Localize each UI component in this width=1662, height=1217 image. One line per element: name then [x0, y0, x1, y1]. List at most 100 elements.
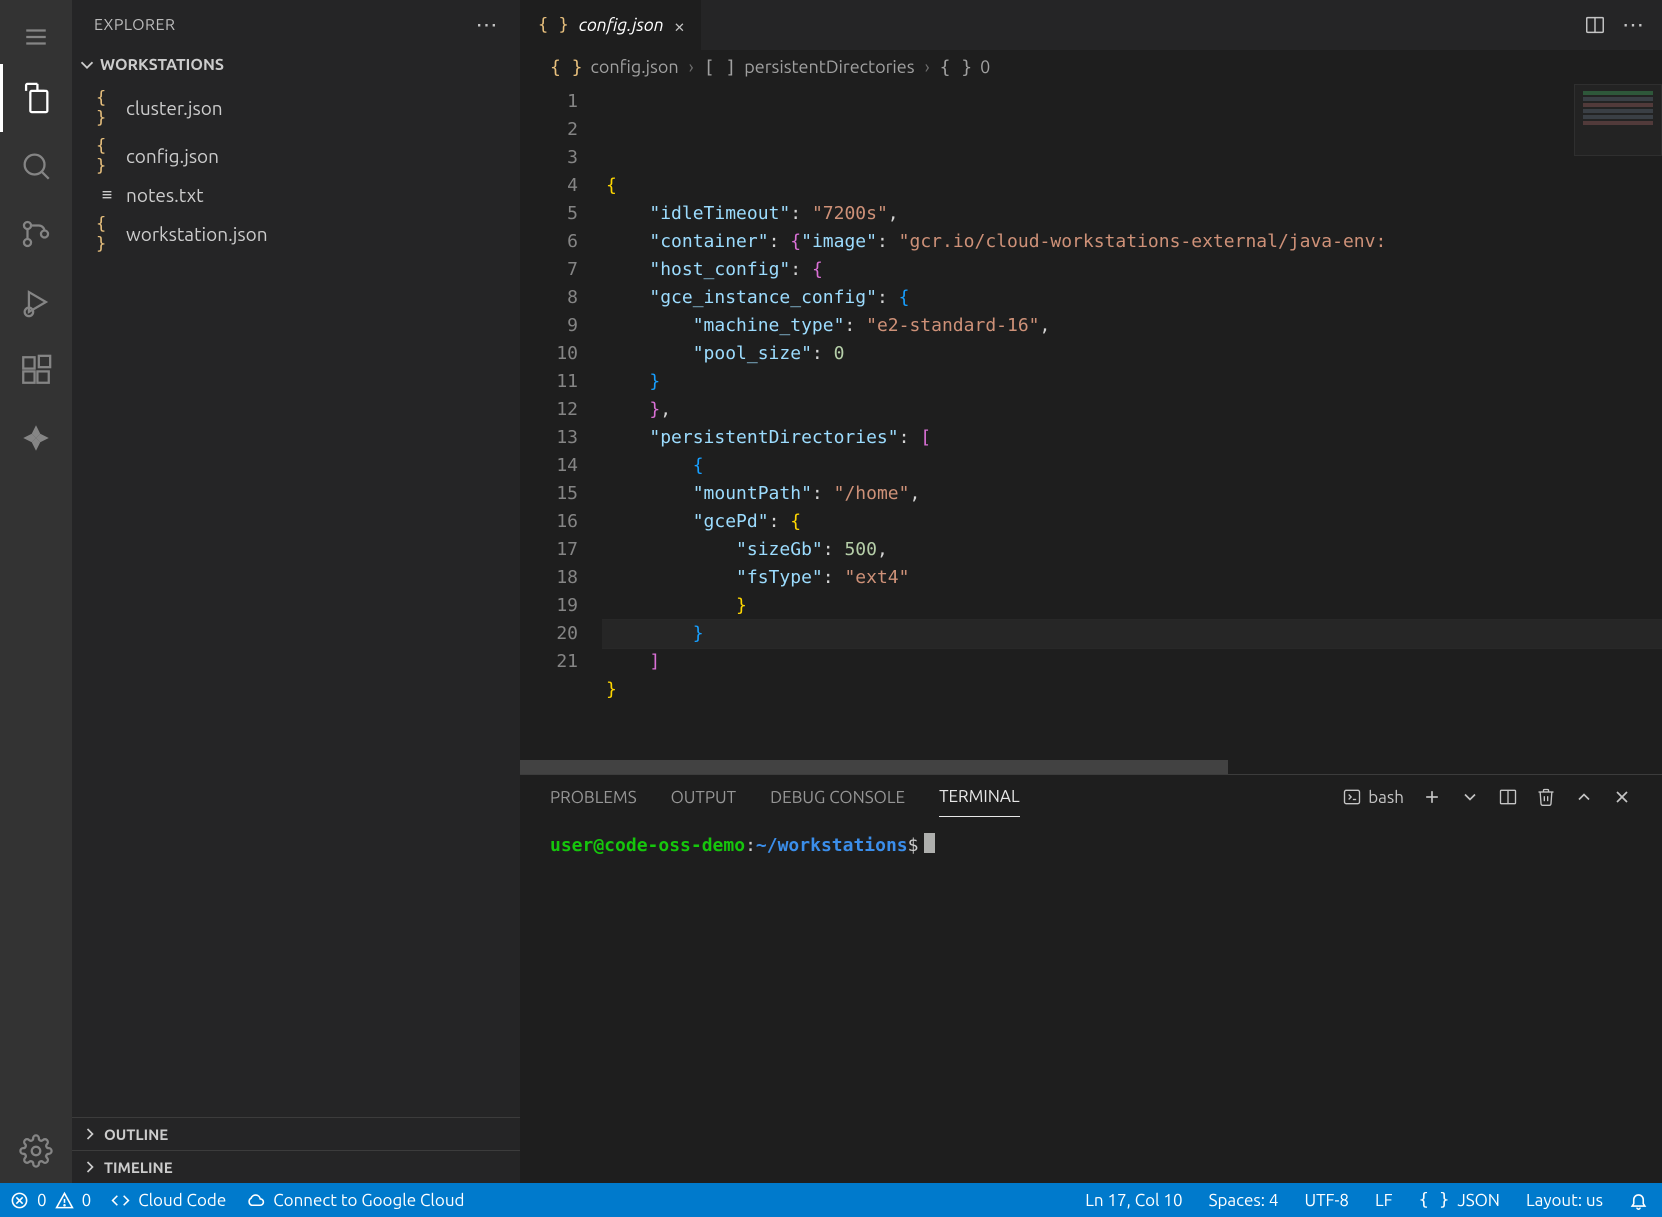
- editor-tab-config[interactable]: { } config.json ×: [520, 0, 702, 50]
- menu-button[interactable]: [0, 10, 72, 64]
- explorer-label: EXPLORER: [94, 16, 175, 34]
- horizontal-scrollbar[interactable]: [520, 760, 1662, 774]
- activity-settings[interactable]: [0, 1119, 72, 1183]
- code-icon: [111, 1191, 130, 1210]
- line-gutter: 123456789101112131415161718192021: [520, 84, 602, 760]
- breadcrumb-icon: { }: [940, 57, 973, 78]
- code-line[interactable]: {: [602, 452, 1662, 480]
- status-notifications[interactable]: [1629, 1191, 1648, 1210]
- activity-cloud-code[interactable]: [0, 404, 72, 472]
- kill-terminal-icon[interactable]: [1536, 787, 1556, 807]
- code-line[interactable]: "machine_type": "e2-standard-16",: [602, 312, 1662, 340]
- editor-more-icon[interactable]: ⋯: [1622, 12, 1644, 38]
- timeline-section[interactable]: TIMELINE: [72, 1150, 520, 1183]
- file-item[interactable]: { } cluster.json: [72, 84, 520, 132]
- code-content[interactable]: { "idleTimeout": "7200s", "container": {…: [602, 84, 1662, 760]
- file-item[interactable]: { }workstation.json: [72, 210, 520, 258]
- code-line[interactable]: }: [602, 368, 1662, 396]
- language-label: JSON: [1457, 1191, 1500, 1210]
- activity-search[interactable]: [0, 132, 72, 200]
- status-layout[interactable]: Layout: us: [1526, 1191, 1603, 1210]
- code-line[interactable]: "sizeGb": 500,: [602, 536, 1662, 564]
- shell-name: bash: [1368, 788, 1404, 807]
- code-line[interactable]: "persistentDirectories": [: [602, 424, 1662, 452]
- status-cursor-position[interactable]: Ln 17, Col 10: [1085, 1191, 1182, 1210]
- status-cloud-code[interactable]: Cloud Code: [111, 1191, 226, 1210]
- new-terminal-icon[interactable]: [1422, 787, 1442, 807]
- workspace-name: WORKSTATIONS: [100, 56, 224, 74]
- code-line[interactable]: [602, 704, 1662, 732]
- terminal-sep: :: [745, 835, 756, 856]
- split-terminal-icon[interactable]: [1498, 787, 1518, 807]
- error-icon: [10, 1191, 29, 1210]
- maximize-panel-icon[interactable]: [1574, 787, 1594, 807]
- code-line[interactable]: }: [602, 676, 1662, 704]
- terminal-symbol: $: [908, 835, 919, 856]
- code-line[interactable]: "mountPath": "/home",: [602, 480, 1662, 508]
- tab-label: config.json: [579, 15, 664, 35]
- minimap[interactable]: [1574, 84, 1662, 156]
- panel-tab-problems[interactable]: PROBLEMS: [550, 778, 637, 817]
- panel-tab-terminal[interactable]: TERMINAL: [939, 777, 1020, 817]
- breadcrumbs[interactable]: { }config.json›[ ]persistentDirectories›…: [520, 50, 1662, 84]
- text-file-icon: ≡: [96, 185, 118, 205]
- activity-run-debug[interactable]: [0, 268, 72, 336]
- editor-area: { } config.json × ⋯ { }config.json›[ ]pe…: [520, 0, 1662, 1183]
- file-item[interactable]: ≡notes.txt: [72, 180, 520, 210]
- terminal-view[interactable]: user@code-oss-demo:~/workstations$: [520, 819, 1662, 1183]
- explorer-more-icon[interactable]: ⋯: [476, 12, 499, 38]
- tab-close-icon[interactable]: ×: [674, 14, 685, 37]
- terminal-dropdown-icon[interactable]: [1460, 787, 1480, 807]
- panel-tab-debug-console[interactable]: DEBUG CONSOLE: [770, 778, 905, 817]
- activity-extensions[interactable]: [0, 336, 72, 404]
- status-eol[interactable]: LF: [1375, 1191, 1393, 1210]
- terminal-shell[interactable]: bash: [1342, 787, 1404, 807]
- code-line[interactable]: },: [602, 396, 1662, 424]
- chevron-down-icon: [76, 54, 98, 76]
- cloud-icon: [246, 1191, 265, 1210]
- status-indentation[interactable]: Spaces: 4: [1209, 1191, 1279, 1210]
- bottom-panel: PROBLEMS OUTPUT DEBUG CONSOLE TERMINAL bash…: [520, 774, 1662, 1183]
- file-list: { }cluster.json{ }config.json≡notes.txt{…: [72, 80, 520, 262]
- breadcrumb-item[interactable]: { }config.json: [550, 57, 679, 78]
- code-editor[interactable]: 123456789101112131415161718192021 { "idl…: [520, 84, 1662, 760]
- close-panel-icon[interactable]: [1612, 787, 1632, 807]
- activity-explorer[interactable]: [0, 64, 72, 132]
- status-connect-cloud[interactable]: Connect to Google Cloud: [246, 1191, 464, 1210]
- breadcrumb-label: persistentDirectories: [744, 57, 914, 77]
- workspace-header[interactable]: WORKSTATIONS: [72, 50, 520, 80]
- outline-section[interactable]: OUTLINE: [72, 1117, 520, 1150]
- breadcrumb-icon: { }: [550, 57, 583, 78]
- status-problems[interactable]: 0 0: [10, 1191, 91, 1210]
- json-icon: { }: [96, 214, 118, 254]
- code-line[interactable]: "idleTimeout": "7200s",: [602, 200, 1662, 228]
- code-line[interactable]: "fsType": "ext4": [602, 564, 1662, 592]
- code-line[interactable]: {: [602, 172, 1662, 200]
- terminal-cursor: [924, 833, 935, 853]
- json-icon: { }: [96, 88, 118, 128]
- activity-source-control[interactable]: [0, 200, 72, 268]
- code-line[interactable]: }: [602, 592, 1662, 620]
- code-line[interactable]: "pool_size": 0: [602, 340, 1662, 368]
- code-line[interactable]: }: [602, 620, 1662, 648]
- code-line[interactable]: "container": {"image": "gcr.io/cloud-wor…: [602, 228, 1662, 256]
- warning-icon: [55, 1191, 74, 1210]
- breadcrumb-item[interactable]: { }0: [940, 57, 991, 78]
- code-line[interactable]: "host_config": {: [602, 256, 1662, 284]
- split-editor-icon[interactable]: [1584, 14, 1606, 36]
- panel-tab-output[interactable]: OUTPUT: [671, 778, 736, 817]
- side-bar-title: EXPLORER ⋯: [72, 0, 520, 50]
- code-line[interactable]: "gcePd": {: [602, 508, 1662, 536]
- file-item[interactable]: { }config.json: [72, 132, 520, 180]
- terminal-user: user@code-oss-demo: [550, 835, 745, 856]
- code-line[interactable]: ]: [602, 648, 1662, 676]
- code-line[interactable]: [602, 732, 1662, 760]
- status-language[interactable]: { } JSON: [1419, 1190, 1500, 1210]
- breadcrumb-item[interactable]: [ ]persistentDirectories: [704, 57, 915, 78]
- timeline-label: TIMELINE: [104, 1159, 173, 1176]
- tab-bar: { } config.json × ⋯: [520, 0, 1662, 50]
- side-bar: EXPLORER ⋯ WORKSTATIONS { }cluster.json{…: [72, 0, 520, 1183]
- file-name: cluster.json: [126, 97, 223, 119]
- status-encoding[interactable]: UTF-8: [1304, 1191, 1349, 1210]
- code-line[interactable]: "gce_instance_config": {: [602, 284, 1662, 312]
